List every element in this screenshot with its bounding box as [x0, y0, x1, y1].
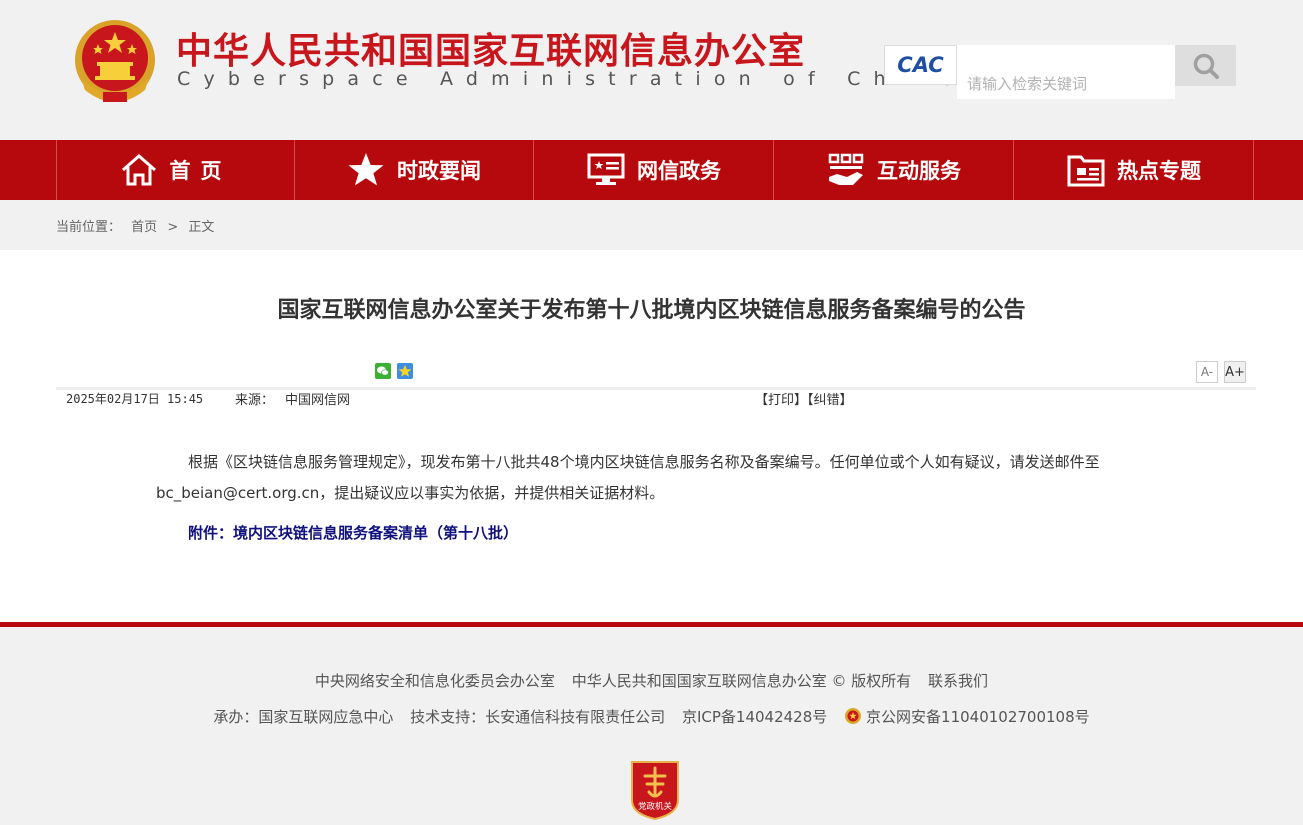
print-link[interactable]: 【打印】 [755, 393, 807, 408]
nav-label: 时政要闻 [397, 159, 481, 183]
site-footer: 中央网络安全和信息化委员会办公室 中华人民共和国国家互联网信息办公室 © 版权所… [0, 622, 1303, 825]
nav-item-news[interactable]: 时政要闻 [295, 140, 534, 200]
police-badge-icon [845, 708, 862, 724]
font-increase-button[interactable]: A+ [1224, 361, 1246, 383]
nav-item-topics[interactable]: 热点专题 [1015, 140, 1254, 200]
report-error-link[interactable]: 【纠错】 [807, 393, 853, 408]
icp-link[interactable]: 京ICP备14042428号 [682, 708, 827, 726]
attachment-link[interactable]: 附件：境内区块链信息服务备案清单（第十八批） [188, 522, 518, 543]
service-icon [827, 153, 865, 187]
monitor-icon [587, 153, 625, 187]
nav-item-affairs[interactable]: 网信政务 [535, 140, 774, 200]
nav-label: 首页 [169, 159, 232, 183]
nav-item-service[interactable]: 互动服务 [775, 140, 1014, 200]
main-nav: 首页 时政要闻 网信政务 互动服务 热点专题 [0, 140, 1303, 206]
site-header: 中华人民共和国国家互联网信息办公室 Cyberspace Administrat… [0, 0, 1303, 140]
share-buttons [375, 363, 413, 379]
search-button[interactable] [1175, 45, 1236, 86]
badge-label: 党政机关 [638, 801, 673, 812]
wechat-share-icon[interactable] [375, 363, 391, 379]
site-name-en: Cyberspace Administration of China [177, 68, 968, 90]
footer-org: 中央网络安全和信息化委员会办公室 [314, 672, 555, 690]
party-gov-badge[interactable]: 党政机关 [628, 756, 682, 821]
home-icon [120, 153, 158, 187]
site-name-cn: 中华人民共和国国家互联网信息办公室 [176, 31, 806, 72]
folder-icon [1067, 153, 1105, 187]
cac-logo[interactable]: CAC [884, 45, 957, 85]
nav-label: 热点专题 [1117, 159, 1201, 183]
footer-copyright: 中华人民共和国国家互联网信息办公室 © 版权所有 [571, 672, 912, 690]
source-label: 来源： [235, 393, 275, 408]
footer-tech-support: 技术支持：长安通信科技有限责任公司 [410, 708, 666, 726]
police-record-label: 京公网安备11040102700108号 [866, 708, 1090, 726]
search-icon [1193, 53, 1219, 79]
article-title: 国家互联网信息办公室关于发布第十八批境内区块链信息服务备案编号的公告 [277, 298, 1026, 323]
nav-item-home[interactable]: 首页 [56, 140, 295, 206]
font-size-controls: A- A+ [1196, 361, 1246, 383]
search-input[interactable] [957, 45, 1175, 99]
search-bar: CAC [884, 45, 1236, 99]
contact-us-link[interactable]: 联系我们 [928, 672, 988, 690]
article-tools: 【打印】【纠错】 [755, 389, 853, 408]
article-body: 根据《区块链信息服务管理规定》，现发布第十八批共48个境内区块链信息服务名称及备… [156, 453, 1100, 502]
national-emblem-icon[interactable] [73, 18, 157, 104]
breadcrumb: 当前位置： 首页 > 正文 [56, 216, 220, 235]
font-decrease-button[interactable]: A- [1196, 361, 1218, 383]
breadcrumb-bar: 当前位置： 首页 > 正文 [0, 200, 1303, 250]
breadcrumb-separator: > [167, 220, 179, 235]
footer-line-2: 承办：国家互联网应急中心 技术支持：长安通信科技有限责任公司 京ICP备1404… [0, 706, 1303, 727]
breadcrumb-home-link[interactable]: 首页 [131, 220, 157, 235]
party-gov-badge-icon: 党政机关 [631, 761, 679, 821]
footer-line-1: 中央网络安全和信息化委员会办公室 中华人民共和国国家互联网信息办公室 © 版权所… [0, 670, 1303, 691]
article-source: 中国网信网 [285, 393, 351, 408]
nav-label: 网信政务 [637, 159, 721, 183]
article-date: 2025年02月17日 15:45 [66, 392, 204, 406]
breadcrumb-prefix: 当前位置： [56, 220, 122, 235]
breadcrumb-current: 正文 [188, 220, 215, 235]
footer-host: 承办：国家互联网应急中心 [213, 708, 394, 726]
police-record[interactable]: 京公网安备11040102700108号 [844, 708, 1090, 726]
nav-label: 互动服务 [877, 159, 961, 183]
qzone-share-icon[interactable] [397, 363, 413, 379]
star-icon [347, 152, 385, 188]
